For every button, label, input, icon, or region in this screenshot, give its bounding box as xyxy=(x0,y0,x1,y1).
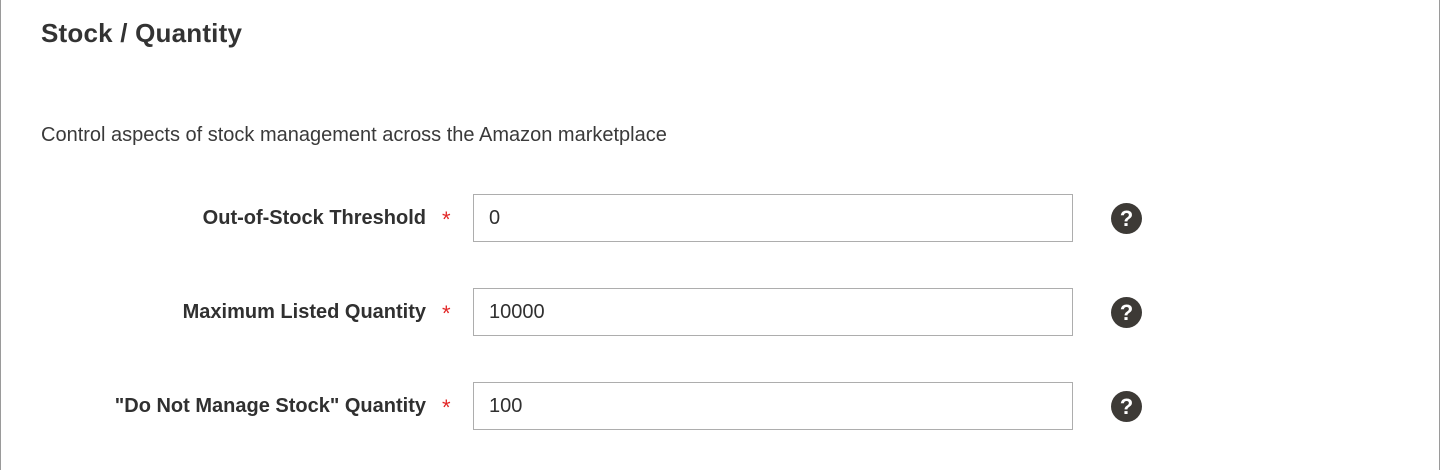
svg-text:?: ? xyxy=(1120,394,1133,419)
stock-quantity-panel: Stock / Quantity Control aspects of stoc… xyxy=(0,0,1440,470)
question-circle-icon[interactable]: ? xyxy=(1111,297,1142,328)
maximum-listed-quantity-input[interactable] xyxy=(473,288,1073,336)
required-asterisk: * xyxy=(442,301,451,326)
question-circle-icon[interactable]: ? xyxy=(1111,391,1142,422)
required-asterisk: * xyxy=(442,395,451,420)
required-asterisk: * xyxy=(442,207,451,232)
maximum-listed-quantity-label: Maximum Listed Quantity xyxy=(182,301,426,323)
section-description: Control aspects of stock management acro… xyxy=(41,124,667,146)
field-row-maximum-listed-quantity: Maximum Listed Quantity * ? xyxy=(1,288,1439,336)
do-not-manage-stock-quantity-input[interactable] xyxy=(473,382,1073,430)
field-row-do-not-manage-stock-quantity: "Do Not Manage Stock" Quantity * ? xyxy=(1,382,1439,430)
section-title: Stock / Quantity xyxy=(41,18,243,48)
out-of-stock-threshold-input[interactable] xyxy=(473,194,1073,242)
do-not-manage-stock-quantity-label: "Do Not Manage Stock" Quantity xyxy=(114,395,426,417)
svg-text:?: ? xyxy=(1120,206,1133,231)
out-of-stock-threshold-label: Out-of-Stock Threshold xyxy=(202,207,426,229)
question-circle-icon[interactable]: ? xyxy=(1111,203,1142,234)
field-row-out-of-stock-threshold: Out-of-Stock Threshold * ? xyxy=(1,194,1439,242)
svg-text:?: ? xyxy=(1120,300,1133,325)
